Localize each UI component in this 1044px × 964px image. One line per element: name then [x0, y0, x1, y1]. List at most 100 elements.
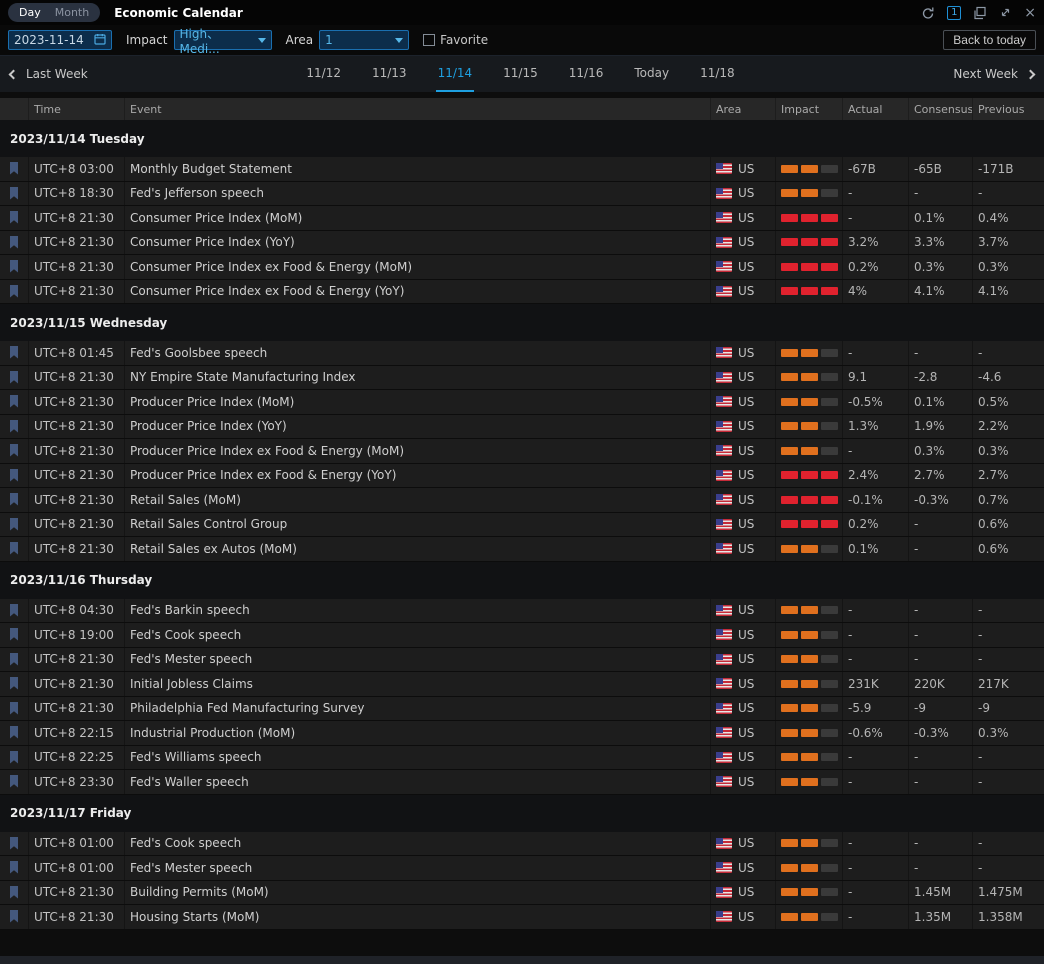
expand-icon[interactable]: [999, 6, 1012, 19]
pin-cell[interactable]: [0, 464, 28, 488]
pin-cell[interactable]: [0, 341, 28, 365]
row-area: US: [710, 341, 775, 365]
event-row[interactable]: UTC+8 21:30 Initial Jobless Claims US 23…: [0, 672, 1044, 697]
row-area: US: [710, 672, 775, 696]
event-row[interactable]: UTC+8 22:25 Fed's Williams speech US - -…: [0, 746, 1044, 771]
area-label: US: [738, 235, 754, 249]
event-row[interactable]: UTC+8 01:00 Fed's Cook speech US - - -: [0, 832, 1044, 857]
event-row[interactable]: UTC+8 21:30 Fed's Mester speech US - - -: [0, 648, 1044, 673]
pin-cell[interactable]: [0, 856, 28, 880]
bookmark-icon: [9, 211, 19, 224]
area-label: US: [738, 186, 754, 200]
bottom-scrollbar-track[interactable]: [0, 956, 1044, 964]
impact-dropdown[interactable]: High、Medi...: [174, 30, 272, 50]
event-row[interactable]: UTC+8 21:30 Housing Starts (MoM) US - 1.…: [0, 905, 1044, 930]
back-to-today-button[interactable]: Back to today: [943, 30, 1036, 50]
event-row[interactable]: UTC+8 21:30 Philadelphia Fed Manufacturi…: [0, 697, 1044, 722]
bookmark-icon: [9, 371, 19, 384]
pin-cell[interactable]: [0, 905, 28, 929]
pin-cell[interactable]: [0, 255, 28, 279]
event-row[interactable]: UTC+8 21:30 Consumer Price Index (YoY) U…: [0, 231, 1044, 256]
pin-cell[interactable]: [0, 672, 28, 696]
pin-cell[interactable]: [0, 182, 28, 206]
event-row[interactable]: UTC+8 21:30 Producer Price Index ex Food…: [0, 439, 1044, 464]
event-row[interactable]: UTC+8 21:30 Consumer Price Index ex Food…: [0, 255, 1044, 280]
event-row[interactable]: UTC+8 18:30 Fed's Jefferson speech US - …: [0, 182, 1044, 207]
event-row[interactable]: UTC+8 21:30 Producer Price Index (MoM) U…: [0, 390, 1044, 415]
event-row[interactable]: UTC+8 22:15 Industrial Production (MoM) …: [0, 721, 1044, 746]
pin-cell[interactable]: [0, 439, 28, 463]
event-row[interactable]: UTC+8 04:30 Fed's Barkin speech US - - -: [0, 599, 1044, 624]
row-actual: -: [842, 770, 908, 794]
area-dropdown[interactable]: 1: [319, 30, 409, 50]
area-label: US: [738, 836, 754, 850]
last-week-button[interactable]: Last Week: [26, 67, 88, 81]
event-row[interactable]: UTC+8 21:30 Consumer Price Index (MoM) U…: [0, 206, 1044, 231]
event-row[interactable]: UTC+8 21:30 Building Permits (MoM) US - …: [0, 881, 1044, 906]
event-row[interactable]: UTC+8 21:30 Retail Sales ex Autos (MoM) …: [0, 537, 1044, 562]
event-row[interactable]: UTC+8 21:30 NY Empire State Manufacturin…: [0, 366, 1044, 391]
pin-cell[interactable]: [0, 415, 28, 439]
pin-cell[interactable]: [0, 832, 28, 856]
pin-cell[interactable]: [0, 721, 28, 745]
pin-cell[interactable]: [0, 157, 28, 181]
row-previous: 0.3%: [972, 439, 1044, 463]
row-event: NY Empire State Manufacturing Index: [124, 366, 710, 390]
event-row[interactable]: UTC+8 21:30 Retail Sales Control Group U…: [0, 513, 1044, 538]
pin-cell[interactable]: [0, 881, 28, 905]
day-tab-today[interactable]: Today: [632, 56, 671, 92]
day-tab-11-12[interactable]: 11/12: [304, 56, 343, 92]
pin-cell[interactable]: [0, 648, 28, 672]
event-row[interactable]: UTC+8 03:00 Monthly Budget Statement US …: [0, 157, 1044, 182]
event-row[interactable]: UTC+8 21:30 Retail Sales (MoM) US -0.1% …: [0, 488, 1044, 513]
event-row[interactable]: UTC+8 01:00 Fed's Mester speech US - - -: [0, 856, 1044, 881]
day-tab-11-18[interactable]: 11/18: [698, 56, 737, 92]
pin-cell[interactable]: [0, 537, 28, 561]
pin-cell[interactable]: [0, 231, 28, 255]
pin-cell[interactable]: [0, 746, 28, 770]
tab-day[interactable]: Day: [12, 5, 48, 20]
refresh-icon[interactable]: [921, 6, 935, 20]
date-picker-input[interactable]: 2023-11-14: [8, 30, 112, 50]
next-week-button[interactable]: Next Week: [953, 67, 1018, 81]
chevron-right-icon[interactable]: [1026, 69, 1036, 79]
event-row[interactable]: UTC+8 19:00 Fed's Cook speech US - - -: [0, 623, 1044, 648]
row-time: UTC+8 21:30: [28, 206, 124, 230]
pin-cell[interactable]: [0, 206, 28, 230]
row-event: Producer Price Index (YoY): [124, 415, 710, 439]
pin-cell[interactable]: [0, 366, 28, 390]
impact-bar: [781, 349, 838, 357]
pin-cell[interactable]: [0, 390, 28, 414]
column-header-pin: [0, 98, 28, 120]
row-area: US: [710, 623, 775, 647]
pin-cell[interactable]: [0, 513, 28, 537]
pin-cell[interactable]: [0, 697, 28, 721]
event-row[interactable]: UTC+8 01:45 Fed's Goolsbee speech US - -…: [0, 341, 1044, 366]
day-tab-11-13[interactable]: 11/13: [370, 56, 409, 92]
event-row[interactable]: UTC+8 21:30 Producer Price Index (YoY) U…: [0, 415, 1044, 440]
favorite-checkbox[interactable]: [423, 34, 435, 46]
day-tab-11-16[interactable]: 11/16: [567, 56, 606, 92]
duplicate-window-icon[interactable]: [973, 6, 987, 20]
row-impact: [775, 280, 842, 304]
pin-cell[interactable]: [0, 599, 28, 623]
chevron-left-icon[interactable]: [9, 69, 19, 79]
pin-cell[interactable]: [0, 488, 28, 512]
area-label: US: [738, 211, 754, 225]
area-label: US: [738, 652, 754, 666]
bookmark-icon: [9, 285, 19, 298]
close-icon[interactable]: ×: [1024, 6, 1036, 20]
tab-month[interactable]: Month: [48, 5, 96, 20]
event-row[interactable]: UTC+8 23:30 Fed's Waller speech US - - -: [0, 770, 1044, 795]
event-row[interactable]: UTC+8 21:30 Consumer Price Index ex Food…: [0, 280, 1044, 305]
window-count-badge[interactable]: 1: [947, 6, 961, 20]
pin-cell[interactable]: [0, 623, 28, 647]
area-label: US: [738, 726, 754, 740]
pin-cell[interactable]: [0, 770, 28, 794]
day-tabs: 11/12 11/13 11/14 11/15 11/16 Today 11/1…: [88, 56, 954, 92]
day-tab-11-15[interactable]: 11/15: [501, 56, 540, 92]
day-tab-11-14-active[interactable]: 11/14: [436, 56, 475, 92]
pin-cell[interactable]: [0, 280, 28, 304]
event-row[interactable]: UTC+8 21:30 Producer Price Index ex Food…: [0, 464, 1044, 489]
us-flag-icon: [716, 543, 732, 554]
